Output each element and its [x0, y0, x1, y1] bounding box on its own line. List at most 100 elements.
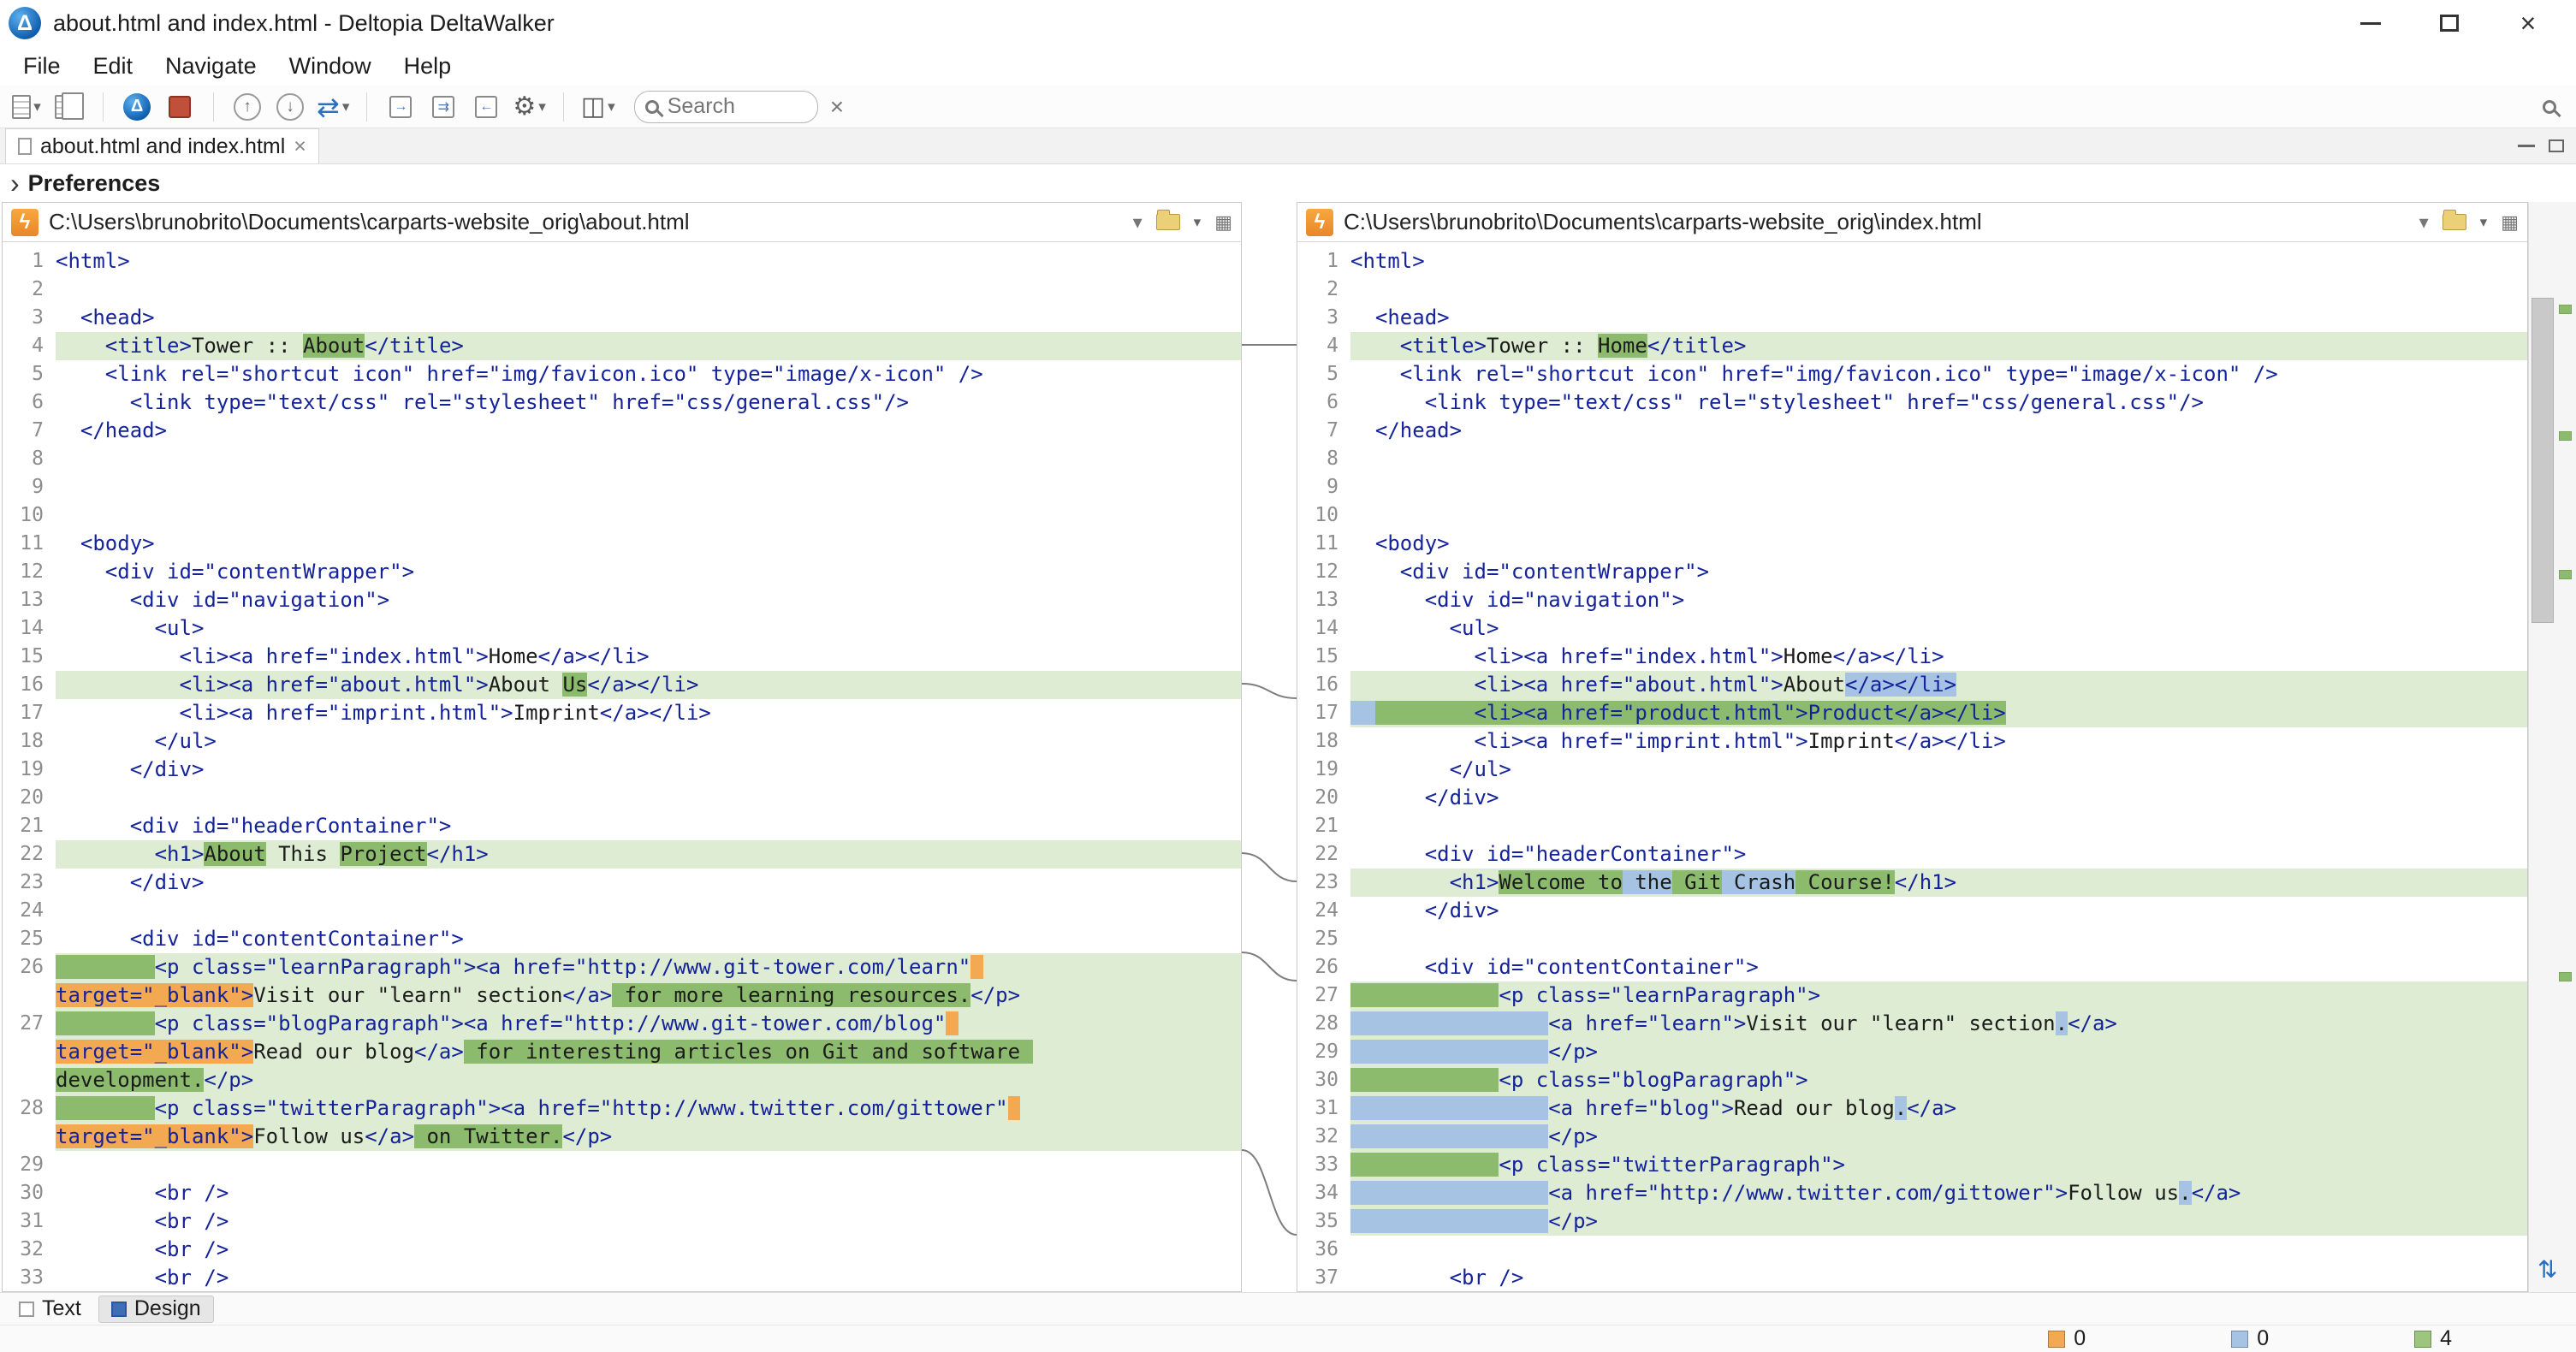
code-line[interactable]: 13 <div id="navigation">: [1297, 586, 2527, 614]
menu-navigate[interactable]: Navigate: [149, 46, 273, 86]
swap-panes-button[interactable]: ⇄ ▾: [313, 88, 353, 126]
code-line[interactable]: 6 <link type="text/css" rel="stylesheet"…: [1297, 388, 2527, 417]
code-line[interactable]: 23 </div>: [3, 869, 1241, 897]
code-line[interactable]: 22 <h1>About This Project</h1>: [3, 840, 1241, 869]
code-line[interactable]: 25 <div id="contentContainer">: [3, 925, 1241, 953]
code-line[interactable]: 1<html>: [3, 247, 1241, 276]
code-line[interactable]: 9: [1297, 473, 2527, 501]
code-line[interactable]: 18 </ul>: [3, 727, 1241, 756]
code-line[interactable]: 35 </p>: [1297, 1207, 2527, 1236]
code-line[interactable]: 17 <li><a href="imprint.html">Imprint</a…: [3, 699, 1241, 727]
code-line[interactable]: 12 <div id="contentWrapper">: [1297, 558, 2527, 586]
copy-all-button[interactable]: ⇉: [424, 88, 463, 126]
code-line[interactable]: 30 <p class="blogParagraph">: [1297, 1066, 2527, 1094]
code-line[interactable]: 12 <div id="contentWrapper">: [3, 558, 1241, 586]
close-tab-icon[interactable]: ×: [294, 134, 306, 159]
code-line[interactable]: 26 <p class="learnParagraph"><a href="ht…: [3, 953, 1241, 1010]
code-line[interactable]: 23 <h1>Welcome to the Git Crash Course!<…: [1297, 869, 2527, 897]
code-line[interactable]: 25: [1297, 925, 2527, 953]
code-line[interactable]: 31 <a href="blog">Read our blog.</a>: [1297, 1094, 2527, 1123]
code-line[interactable]: 3 <head>: [1297, 304, 2527, 332]
open-comparison-button[interactable]: ▾: [50, 88, 89, 126]
settings-button[interactable]: ⚙ ▾: [509, 88, 549, 126]
refresh-comparison-button[interactable]: Δ: [117, 88, 157, 126]
new-comparison-button[interactable]: ▾: [7, 88, 46, 126]
grid-icon[interactable]: ▦: [1214, 211, 1232, 234]
code-line[interactable]: 24: [3, 897, 1241, 925]
scrollbar-thumb[interactable]: [2531, 298, 2554, 623]
code-line[interactable]: 28 <a href="learn">Visit our "learn" sec…: [1297, 1010, 2527, 1038]
code-line[interactable]: 22 <div id="headerContainer">: [1297, 840, 2527, 869]
code-line[interactable]: 15 <li><a href="index.html">Home</a></li…: [1297, 643, 2527, 671]
code-line[interactable]: 20 </div>: [1297, 784, 2527, 812]
code-line[interactable]: 21: [1297, 812, 2527, 840]
right-code-editor[interactable]: 1<html>23 <head>4 <title>Tower :: Home</…: [1297, 242, 2527, 1291]
layout-button[interactable]: ◫ ▾: [578, 88, 619, 126]
restore-button[interactable]: [2410, 0, 2489, 46]
code-line[interactable]: 21 <div id="headerContainer">: [3, 812, 1241, 840]
code-line[interactable]: 15 <li><a href="index.html">Home</a></li…: [3, 643, 1241, 671]
change-marker[interactable]: [2559, 431, 2572, 441]
code-line[interactable]: 6 <link type="text/css" rel="stylesheet"…: [3, 388, 1241, 417]
grid-icon[interactable]: ▦: [2501, 211, 2519, 234]
tab-design[interactable]: Design: [98, 1296, 214, 1323]
code-line[interactable]: 13 <div id="navigation">: [3, 586, 1241, 614]
left-code-editor[interactable]: 1<html>23 <head>4 <title>Tower :: About<…: [3, 242, 1241, 1291]
code-line[interactable]: 33 <br />: [3, 1264, 1241, 1291]
code-line[interactable]: 31 <br />: [3, 1207, 1241, 1236]
editor-tab[interactable]: about.html and index.html ×: [5, 128, 319, 163]
code-line[interactable]: 34 <a href="http://www.twitter.com/gitto…: [1297, 1179, 2527, 1207]
code-line[interactable]: 20: [3, 784, 1241, 812]
code-line[interactable]: 10: [1297, 501, 2527, 530]
stop-button[interactable]: [160, 88, 199, 126]
code-line[interactable]: 36: [1297, 1236, 2527, 1264]
code-line[interactable]: 3 <head>: [3, 304, 1241, 332]
code-line[interactable]: 19 </ul>: [1297, 756, 2527, 784]
code-line[interactable]: 2: [1297, 276, 2527, 304]
chevron-down-icon[interactable]: ▾: [2419, 211, 2429, 234]
code-line[interactable]: 29: [3, 1151, 1241, 1179]
change-marker[interactable]: [2559, 570, 2572, 579]
code-line[interactable]: 27 <p class="learnParagraph">: [1297, 981, 2527, 1010]
code-line[interactable]: 2: [3, 276, 1241, 304]
copy-right-button[interactable]: →: [381, 88, 420, 126]
code-line[interactable]: 33 <p class="twitterParagraph">: [1297, 1151, 2527, 1179]
previous-difference-button[interactable]: ↑: [228, 88, 267, 126]
code-line[interactable]: 7 </head>: [3, 417, 1241, 445]
close-button[interactable]: ×: [2489, 0, 2567, 46]
dropdown-icon[interactable]: ▾: [2480, 214, 2488, 231]
maximize-view-icon[interactable]: [2549, 139, 2564, 152]
code-line[interactable]: 16 <li><a href="about.html">About Us</a>…: [3, 671, 1241, 699]
code-line[interactable]: 11 <body>: [1297, 530, 2527, 558]
code-line[interactable]: 14 <ul>: [1297, 614, 2527, 643]
menu-file[interactable]: File: [7, 46, 77, 86]
code-line[interactable]: 4 <title>Tower :: Home</title>: [1297, 332, 2527, 360]
dropdown-icon[interactable]: ▾: [538, 98, 546, 116]
minimize-button[interactable]: [2331, 0, 2410, 46]
expander-icon[interactable]: ›: [10, 169, 20, 197]
code-line[interactable]: 26 <div id="contentContainer">: [1297, 953, 2527, 981]
menu-window[interactable]: Window: [273, 46, 388, 86]
code-line[interactable]: 16 <li><a href="about.html">About</a></l…: [1297, 671, 2527, 699]
code-line[interactable]: 5 <link rel="shortcut icon" href="img/fa…: [3, 360, 1241, 388]
chevron-down-icon[interactable]: ▾: [1133, 211, 1143, 234]
code-line[interactable]: 18 <li><a href="imprint.html">Imprint</a…: [1297, 727, 2527, 756]
code-line[interactable]: 10: [3, 501, 1241, 530]
code-line[interactable]: 14 <ul>: [3, 614, 1241, 643]
code-line[interactable]: 19 </div>: [3, 756, 1241, 784]
code-line[interactable]: 8: [3, 445, 1241, 473]
copy-left-button[interactable]: ←: [466, 88, 506, 126]
code-line[interactable]: 11 <body>: [3, 530, 1241, 558]
code-line[interactable]: 28 <p class="twitterParagraph"><a href="…: [3, 1094, 1241, 1151]
menu-help[interactable]: Help: [388, 46, 468, 86]
dropdown-icon[interactable]: ▾: [342, 98, 350, 116]
clear-search-icon[interactable]: ×: [830, 93, 844, 121]
folder-icon[interactable]: [2442, 214, 2466, 230]
code-line[interactable]: 7 </head>: [1297, 417, 2527, 445]
code-line[interactable]: 30 <br />: [3, 1179, 1241, 1207]
code-line[interactable]: 4 <title>Tower :: About</title>: [3, 332, 1241, 360]
change-marker[interactable]: [2559, 972, 2572, 981]
toolbar-search[interactable]: [634, 91, 818, 123]
search-input[interactable]: [668, 94, 807, 119]
code-line[interactable]: 5 <link rel="shortcut icon" href="img/fa…: [1297, 360, 2527, 388]
